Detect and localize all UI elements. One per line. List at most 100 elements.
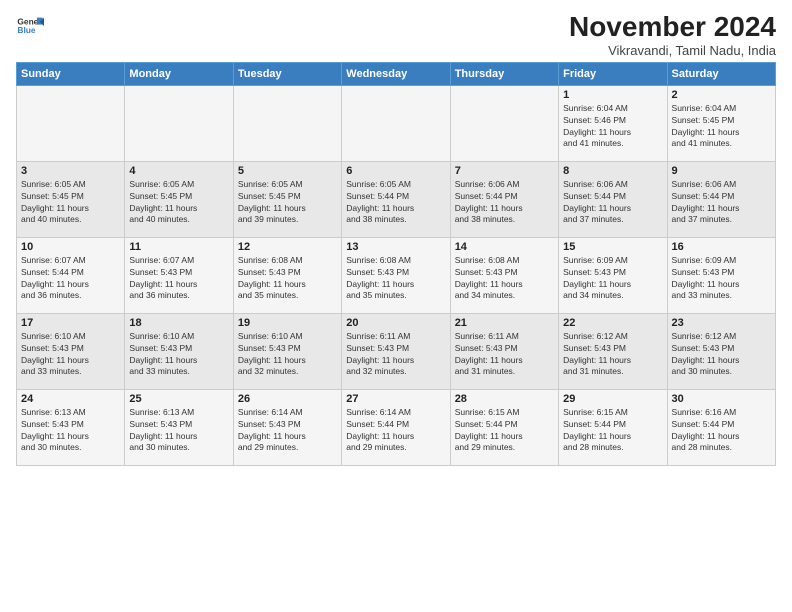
calendar-cell: 23 Sunrise: 6:12 AM Sunset: 5:43 PM Dayli… <box>667 313 775 389</box>
day-info: Sunrise: 6:07 AM Sunset: 5:44 PM Dayligh… <box>21 255 120 303</box>
calendar-cell: 21 Sunrise: 6:11 AM Sunset: 5:43 PM Dayli… <box>450 313 558 389</box>
day-info: Sunrise: 6:16 AM Sunset: 5:44 PM Dayligh… <box>672 407 771 455</box>
day-info: Sunrise: 6:05 AM Sunset: 5:44 PM Dayligh… <box>346 179 445 227</box>
day-info: Sunrise: 6:10 AM Sunset: 5:43 PM Dayligh… <box>129 331 228 379</box>
day-number: 29 <box>563 393 662 405</box>
day-number: 25 <box>129 393 228 405</box>
calendar-cell <box>125 85 233 161</box>
day-number: 16 <box>672 241 771 253</box>
day-number: 27 <box>346 393 445 405</box>
day-number: 7 <box>455 165 554 177</box>
calendar-cell: 26 Sunrise: 6:14 AM Sunset: 5:43 PM Dayli… <box>233 389 341 465</box>
day-number: 12 <box>238 241 337 253</box>
day-number: 8 <box>563 165 662 177</box>
calendar-body: 1Sunrise: 6:04 AM Sunset: 5:46 PM Daylig… <box>17 85 776 465</box>
day-info: Sunrise: 6:13 AM Sunset: 5:43 PM Dayligh… <box>21 407 120 455</box>
day-number: 23 <box>672 317 771 329</box>
day-number: 14 <box>455 241 554 253</box>
day-number: 6 <box>346 165 445 177</box>
header-thursday: Thursday <box>450 62 558 85</box>
calendar-cell: 2 Sunrise: 6:04 AM Sunset: 5:45 PM Daylig… <box>667 85 775 161</box>
day-number: 22 <box>563 317 662 329</box>
day-info: Sunrise: 6:04 AM Sunset: 5:45 PM Dayligh… <box>672 103 771 151</box>
calendar-cell: 6 Sunrise: 6:05 AM Sunset: 5:44 PM Daylig… <box>342 161 450 237</box>
calendar-cell: 13 Sunrise: 6:08 AM Sunset: 5:43 PM Dayli… <box>342 237 450 313</box>
header-tuesday: Tuesday <box>233 62 341 85</box>
header-monday: Monday <box>125 62 233 85</box>
calendar-cell: 17 Sunrise: 6:10 AM Sunset: 5:43 PM Dayli… <box>17 313 125 389</box>
calendar-cell: 15Sunrise: 6:09 AM Sunset: 5:43 PM Dayli… <box>559 237 667 313</box>
week-row-3: 10 Sunrise: 6:07 AM Sunset: 5:44 PM Dayli… <box>17 237 776 313</box>
day-number: 19 <box>238 317 337 329</box>
logo: General Blue <box>16 12 44 40</box>
calendar-cell: 1Sunrise: 6:04 AM Sunset: 5:46 PM Daylig… <box>559 85 667 161</box>
day-info: Sunrise: 6:07 AM Sunset: 5:43 PM Dayligh… <box>129 255 228 303</box>
day-info: Sunrise: 6:10 AM Sunset: 5:43 PM Dayligh… <box>238 331 337 379</box>
day-number: 24 <box>21 393 120 405</box>
title-block: November 2024 Vikravandi, Tamil Nadu, In… <box>569 12 776 58</box>
calendar-cell: 29 Sunrise: 6:15 AM Sunset: 5:44 PM Dayli… <box>559 389 667 465</box>
week-row-1: 1Sunrise: 6:04 AM Sunset: 5:46 PM Daylig… <box>17 85 776 161</box>
header-wednesday: Wednesday <box>342 62 450 85</box>
calendar-cell: 28Sunrise: 6:15 AM Sunset: 5:44 PM Dayli… <box>450 389 558 465</box>
calendar-cell: 8 Sunrise: 6:06 AM Sunset: 5:44 PM Daylig… <box>559 161 667 237</box>
day-info: Sunrise: 6:14 AM Sunset: 5:44 PM Dayligh… <box>346 407 445 455</box>
day-info: Sunrise: 6:06 AM Sunset: 5:44 PM Dayligh… <box>455 179 554 227</box>
day-info: Sunrise: 6:10 AM Sunset: 5:43 PM Dayligh… <box>21 331 120 379</box>
day-number: 11 <box>129 241 228 253</box>
day-info: Sunrise: 6:06 AM Sunset: 5:44 PM Dayligh… <box>672 179 771 227</box>
subtitle: Vikravandi, Tamil Nadu, India <box>569 43 776 58</box>
calendar-cell: 20 Sunrise: 6:11 AM Sunset: 5:43 PM Dayli… <box>342 313 450 389</box>
calendar-cell: 16Sunrise: 6:09 AM Sunset: 5:43 PM Dayli… <box>667 237 775 313</box>
day-info: Sunrise: 6:12 AM Sunset: 5:43 PM Dayligh… <box>563 331 662 379</box>
day-info: Sunrise: 6:13 AM Sunset: 5:43 PM Dayligh… <box>129 407 228 455</box>
day-info: Sunrise: 6:14 AM Sunset: 5:43 PM Dayligh… <box>238 407 337 455</box>
calendar-cell: 22 Sunrise: 6:12 AM Sunset: 5:43 PM Dayli… <box>559 313 667 389</box>
day-info: Sunrise: 6:12 AM Sunset: 5:43 PM Dayligh… <box>672 331 771 379</box>
day-number: 18 <box>129 317 228 329</box>
calendar-cell: 5Sunrise: 6:05 AM Sunset: 5:45 PM Daylig… <box>233 161 341 237</box>
day-info: Sunrise: 6:06 AM Sunset: 5:44 PM Dayligh… <box>563 179 662 227</box>
calendar-header: Sunday Monday Tuesday Wednesday Thursday… <box>17 62 776 85</box>
day-number: 21 <box>455 317 554 329</box>
calendar-cell: 14 Sunrise: 6:08 AM Sunset: 5:43 PM Dayli… <box>450 237 558 313</box>
calendar-cell: 18 Sunrise: 6:10 AM Sunset: 5:43 PM Dayli… <box>125 313 233 389</box>
day-info: Sunrise: 6:04 AM Sunset: 5:46 PM Dayligh… <box>563 103 662 151</box>
calendar-cell <box>17 85 125 161</box>
calendar-cell: 24 Sunrise: 6:13 AM Sunset: 5:43 PM Dayli… <box>17 389 125 465</box>
day-number: 28 <box>455 393 554 405</box>
day-number: 20 <box>346 317 445 329</box>
day-number: 15 <box>563 241 662 253</box>
calendar-cell <box>342 85 450 161</box>
week-row-5: 24 Sunrise: 6:13 AM Sunset: 5:43 PM Dayli… <box>17 389 776 465</box>
week-row-4: 17 Sunrise: 6:10 AM Sunset: 5:43 PM Dayli… <box>17 313 776 389</box>
day-info: Sunrise: 6:11 AM Sunset: 5:43 PM Dayligh… <box>346 331 445 379</box>
day-number: 2 <box>672 89 771 101</box>
calendar-cell <box>233 85 341 161</box>
logo-icon: General Blue <box>16 12 44 40</box>
day-number: 3 <box>21 165 120 177</box>
calendar-cell: 19 Sunrise: 6:10 AM Sunset: 5:43 PM Dayli… <box>233 313 341 389</box>
calendar-cell: 3Sunrise: 6:05 AM Sunset: 5:45 PM Daylig… <box>17 161 125 237</box>
day-info: Sunrise: 6:08 AM Sunset: 5:43 PM Dayligh… <box>455 255 554 303</box>
day-number: 30 <box>672 393 771 405</box>
day-info: Sunrise: 6:08 AM Sunset: 5:43 PM Dayligh… <box>346 255 445 303</box>
day-number: 10 <box>21 241 120 253</box>
calendar-cell: 7 Sunrise: 6:06 AM Sunset: 5:44 PM Daylig… <box>450 161 558 237</box>
page: General Blue November 2024 Vikravandi, T… <box>0 0 792 612</box>
svg-text:Blue: Blue <box>17 25 35 35</box>
calendar-cell: 12Sunrise: 6:08 AM Sunset: 5:43 PM Dayli… <box>233 237 341 313</box>
header-saturday: Saturday <box>667 62 775 85</box>
day-info: Sunrise: 6:05 AM Sunset: 5:45 PM Dayligh… <box>129 179 228 227</box>
calendar-cell: 11 Sunrise: 6:07 AM Sunset: 5:43 PM Dayli… <box>125 237 233 313</box>
day-number: 26 <box>238 393 337 405</box>
day-number: 13 <box>346 241 445 253</box>
day-info: Sunrise: 6:11 AM Sunset: 5:43 PM Dayligh… <box>455 331 554 379</box>
calendar-table: Sunday Monday Tuesday Wednesday Thursday… <box>16 62 776 466</box>
calendar-cell: 27 Sunrise: 6:14 AM Sunset: 5:44 PM Dayli… <box>342 389 450 465</box>
header-row: Sunday Monday Tuesday Wednesday Thursday… <box>17 62 776 85</box>
day-number: 17 <box>21 317 120 329</box>
day-info: Sunrise: 6:15 AM Sunset: 5:44 PM Dayligh… <box>563 407 662 455</box>
calendar-cell: 30 Sunrise: 6:16 AM Sunset: 5:44 PM Dayli… <box>667 389 775 465</box>
header-friday: Friday <box>559 62 667 85</box>
